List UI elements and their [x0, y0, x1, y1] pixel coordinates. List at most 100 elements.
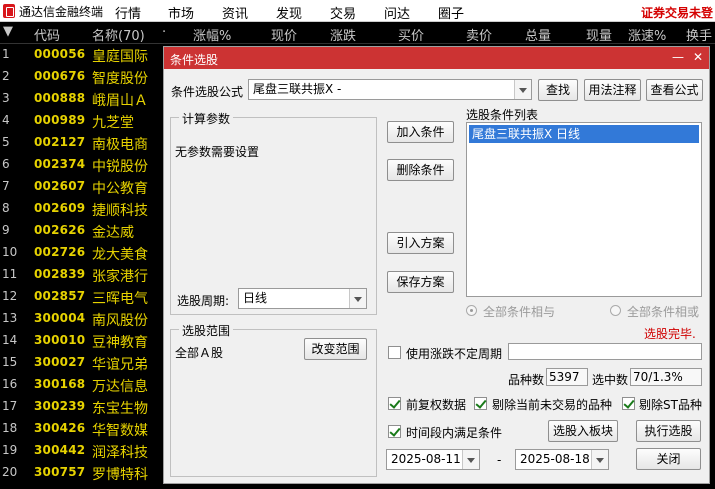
chevron-down-icon[interactable]	[514, 80, 531, 99]
table-row[interactable]: 1 000056 皇庭国际	[0, 44, 170, 66]
dialog-titlebar[interactable]: 条件选股 — ✕	[164, 47, 709, 69]
chevron-down-icon[interactable]	[591, 450, 608, 469]
col-change-pct[interactable]: 涨幅%	[193, 25, 231, 44]
menu-item-market[interactable]: 行情	[115, 3, 141, 22]
row-name: 罗博特科	[92, 467, 148, 483]
params-text: 无参数需要设置	[175, 145, 260, 159]
chevron-down-icon[interactable]	[349, 289, 366, 308]
radio-and[interactable]	[466, 305, 477, 316]
table-row[interactable]: 20 300757 罗博特科	[0, 462, 170, 484]
period-range-field[interactable]	[508, 343, 702, 360]
terminal-window: 通达信金融终端 行情 市场 资讯 发现 交易 问达 圈子 证券交易未登 ▼ 代码…	[0, 0, 715, 489]
table-row[interactable]: 4 000989 九芝堂	[0, 110, 170, 132]
row-idx: 17	[2, 399, 18, 413]
exclude-st-label: 剔除ST品种	[639, 398, 702, 412]
table-row[interactable]: 3 000888 峨眉山Ａ	[0, 88, 170, 110]
forward-adjust-checkbox[interactable]	[388, 397, 401, 410]
row-name: 九芝堂	[92, 115, 134, 131]
usage-notes-button[interactable]: 用法注释	[584, 79, 641, 101]
delete-condition-button[interactable]: 删除条件	[387, 159, 454, 181]
col-ask[interactable]: 卖价	[466, 25, 492, 44]
add-condition-button[interactable]: 加入条件	[387, 121, 454, 143]
change-scope-button[interactable]: 改变范围	[304, 338, 367, 360]
row-code: 002607	[34, 179, 86, 193]
start-date-value: 2025-08-11	[391, 452, 461, 466]
table-row[interactable]: 12 002857 三晖电气	[0, 286, 170, 308]
condition-list[interactable]: 尾盘三联共振X 日线	[466, 122, 702, 297]
col-volume[interactable]: 总量	[525, 25, 551, 44]
table-row[interactable]: 7 002607 中公教育	[0, 176, 170, 198]
row-idx: 7	[2, 179, 10, 193]
chevron-down-icon[interactable]	[462, 450, 479, 469]
menu-item-discover[interactable]: 发现	[276, 3, 302, 22]
table-row[interactable]: 10 002726 龙大美食	[0, 242, 170, 264]
menu-item-markets[interactable]: 市场	[168, 3, 194, 22]
table-row[interactable]: 2 000676 智度股份	[0, 66, 170, 88]
menu-item-trade[interactable]: 交易	[330, 3, 356, 22]
count-label: 品种数	[508, 373, 545, 387]
row-code: 002127	[34, 135, 86, 149]
table-row[interactable]: 11 002839 张家港行	[0, 264, 170, 286]
table-row[interactable]: 5 002127 南极电商	[0, 132, 170, 154]
row-code: 000676	[34, 69, 86, 83]
col-price[interactable]: 现价	[271, 25, 297, 44]
start-date-picker[interactable]: 2025-08-11	[386, 449, 480, 470]
radio-and-label: 全部条件相与	[483, 305, 556, 319]
row-idx: 10	[2, 245, 18, 259]
col-speed[interactable]: 涨速%	[628, 25, 666, 44]
table-row[interactable]: 17 300239 东宝生物	[0, 396, 170, 418]
menu-item-ask[interactable]: 问达	[384, 3, 410, 22]
row-name: 中公教育	[92, 181, 148, 197]
import-scheme-button[interactable]: 引入方案	[387, 232, 454, 254]
close-icon[interactable]: ✕	[693, 50, 703, 64]
time-range-checkbox[interactable]	[388, 425, 401, 438]
table-row[interactable]: 13 300004 南风股份	[0, 308, 170, 330]
table-row[interactable]: 16 300168 万达信息	[0, 374, 170, 396]
radio-or[interactable]	[610, 305, 621, 316]
row-name: 金达威	[92, 225, 134, 241]
col-dot: ·	[162, 25, 167, 40]
end-date-value: 2025-08-18	[520, 452, 590, 466]
row-idx: 14	[2, 333, 18, 347]
col-change[interactable]: 涨跌	[330, 25, 356, 44]
view-formula-button[interactable]: 查看公式	[646, 79, 703, 101]
row-name: 华智数媒	[92, 423, 148, 439]
menu-item-news[interactable]: 资讯	[222, 3, 248, 22]
menu-item-circle[interactable]: 圈子	[438, 3, 464, 22]
forward-adjust-label: 前复权数据	[406, 398, 467, 412]
save-scheme-button[interactable]: 保存方案	[387, 271, 454, 293]
login-status[interactable]: 证券交易未登	[641, 4, 713, 21]
count-value: 5397	[546, 368, 588, 386]
end-date-picker[interactable]: 2025-08-18	[515, 449, 609, 470]
exclude-st-checkbox[interactable]	[622, 397, 635, 410]
row-name: 润泽科技	[92, 445, 148, 461]
use-period-checkbox[interactable]	[388, 346, 401, 359]
header-dropdown-icon[interactable]: ▼	[3, 24, 13, 39]
formula-select[interactable]: 尾盘三联共振X -	[248, 79, 532, 100]
col-code[interactable]: 代码	[34, 25, 60, 44]
minimize-icon[interactable]: —	[672, 50, 684, 64]
row-code: 002726	[34, 245, 86, 259]
exclude-untraded-checkbox[interactable]	[474, 397, 487, 410]
hit-value: 70/1.3%	[630, 368, 702, 386]
col-name[interactable]: 名称(70)	[92, 25, 145, 44]
add-to-board-button[interactable]: 选股入板块	[548, 420, 618, 442]
table-row[interactable]: 9 002626 金达威	[0, 220, 170, 242]
table-row[interactable]: 8 002609 捷顺科技	[0, 198, 170, 220]
row-name: 捷顺科技	[92, 203, 148, 219]
table-row[interactable]: 14 300010 豆神教育	[0, 330, 170, 352]
close-button[interactable]: 关闭	[636, 448, 701, 470]
row-idx: 15	[2, 355, 18, 369]
scope-group: 选股范围 全部Ａ股 改变范围	[170, 322, 377, 477]
col-current-vol[interactable]: 现量	[586, 25, 612, 44]
table-row[interactable]: 6 002374 中锐股份	[0, 154, 170, 176]
condition-list-item[interactable]: 尾盘三联共振X 日线	[469, 125, 699, 143]
col-bid[interactable]: 买价	[398, 25, 424, 44]
find-button[interactable]: 查找	[538, 79, 578, 101]
run-screener-button[interactable]: 执行选股	[636, 420, 701, 442]
period-select[interactable]: 日线	[238, 288, 367, 309]
table-row[interactable]: 18 300426 华智数媒	[0, 418, 170, 440]
col-turnover[interactable]: 换手	[686, 25, 712, 44]
table-row[interactable]: 19 300442 润泽科技	[0, 440, 170, 462]
table-row[interactable]: 15 300027 华谊兄弟	[0, 352, 170, 374]
